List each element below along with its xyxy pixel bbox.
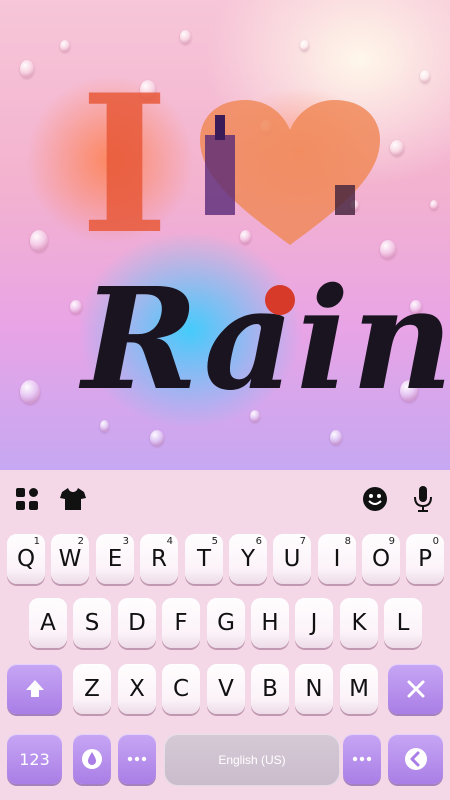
rain-dot-graphic [265, 285, 295, 315]
key-v[interactable]: V [207, 664, 245, 714]
key-f[interactable]: F [162, 598, 200, 648]
key-q[interactable]: Q1 [7, 534, 45, 584]
ellipsis-icon [127, 756, 147, 762]
key-t[interactable]: T5 [185, 534, 223, 584]
keyboard-theme-wallpaper: I Rain [0, 0, 450, 470]
key-w[interactable]: W2 [51, 534, 89, 584]
key-g[interactable]: G [207, 598, 245, 648]
backspace-key[interactable] [388, 664, 443, 714]
key-o[interactable]: O9 [362, 534, 400, 584]
key-k[interactable]: K [340, 598, 378, 648]
key-c[interactable]: C [162, 664, 200, 714]
apps-grid-icon[interactable] [12, 484, 42, 514]
period-key[interactable] [343, 734, 381, 784]
key-l[interactable]: L [384, 598, 422, 648]
theme-shirt-icon[interactable] [58, 484, 88, 514]
numbers-key[interactable]: 123 [7, 734, 62, 784]
comma-key[interactable] [118, 734, 156, 784]
key-n[interactable]: N [295, 664, 333, 714]
key-s[interactable]: S [73, 598, 111, 648]
heart-graphic [200, 100, 380, 245]
art-letter-i: I [80, 53, 169, 276]
key-x[interactable]: X [118, 664, 156, 714]
key-j[interactable]: J [295, 598, 333, 648]
key-i[interactable]: I8 [318, 534, 356, 584]
water-drop-icon [82, 749, 102, 769]
emoji-icon[interactable] [360, 484, 390, 514]
key-u[interactable]: U7 [273, 534, 311, 584]
key-p[interactable]: P0 [406, 534, 444, 584]
keyboard: Q1 W2 E3 R4 T5 Y6 U7 I8 O9 P0 A S D F G … [0, 528, 450, 800]
key-d[interactable]: D [118, 598, 156, 648]
keyboard-toolbar [0, 470, 450, 528]
chevron-left-icon [404, 748, 427, 770]
shift-key[interactable] [7, 664, 62, 714]
delete-x-icon [407, 680, 424, 698]
key-z[interactable]: Z [73, 664, 111, 714]
ellipsis-icon [352, 756, 372, 762]
enter-key[interactable] [388, 734, 443, 784]
art-word-rain: Rain [82, 258, 450, 422]
key-r[interactable]: R4 [140, 534, 178, 584]
space-bar[interactable]: English (US) [164, 734, 340, 786]
shift-arrow-icon [25, 680, 44, 697]
key-m[interactable]: M [340, 664, 378, 714]
key-y[interactable]: Y6 [229, 534, 267, 584]
drop-theme-key[interactable] [73, 734, 111, 784]
key-b[interactable]: B [251, 664, 289, 714]
key-a[interactable]: A [29, 598, 67, 648]
microphone-icon[interactable] [408, 484, 438, 514]
key-h[interactable]: H [251, 598, 289, 648]
key-e[interactable]: E3 [96, 534, 134, 584]
